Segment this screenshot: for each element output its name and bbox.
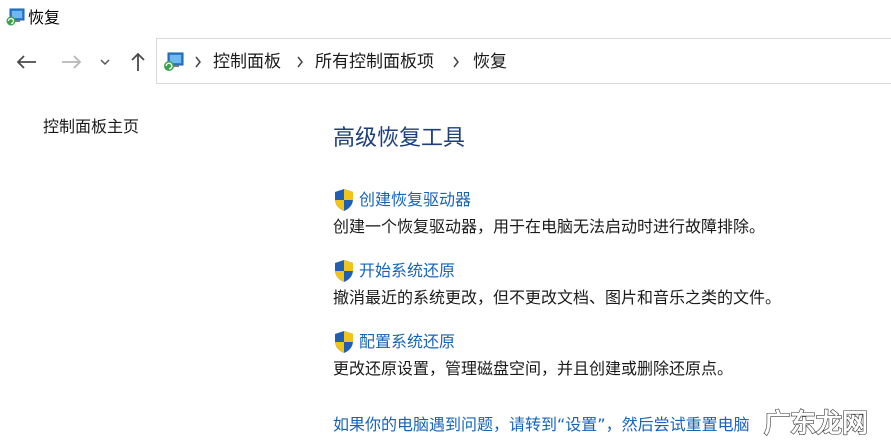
uac-shield-icon bbox=[335, 260, 353, 282]
open-system-restore-link[interactable]: 开始系统还原 bbox=[359, 260, 455, 282]
task-open-system-restore: 开始系统还原 撤消最近的系统更改，但不更改文档、图片和音乐之类的文件。 bbox=[333, 259, 873, 309]
task-description: 更改还原设置，管理磁盘空间，并且创建或删除还原点。 bbox=[333, 359, 734, 378]
back-button[interactable] bbox=[12, 48, 40, 76]
uac-shield-icon bbox=[335, 331, 353, 353]
window-title: 恢复 bbox=[28, 8, 61, 27]
control-panel-home-link[interactable]: 控制面板主页 bbox=[43, 116, 139, 138]
chevron-down-icon bbox=[100, 59, 110, 66]
breadcrumb-control-panel[interactable]: 控制面板 bbox=[213, 51, 281, 73]
task-description: 撤消最近的系统更改，但不更改文档、图片和音乐之类的文件。 bbox=[333, 288, 782, 307]
navigation-bar: 控制面板 所有控制面板项 恢复 bbox=[0, 38, 891, 86]
breadcrumb-separator-icon bbox=[195, 56, 201, 68]
uac-shield-icon bbox=[335, 189, 353, 211]
arrow-left-icon bbox=[16, 55, 36, 69]
create-recovery-drive-link[interactable]: 创建恢复驱动器 bbox=[359, 189, 471, 211]
task-configure-system-restore: 配置系统还原 更改还原设置，管理磁盘空间，并且创建或删除还原点。 bbox=[333, 330, 873, 380]
watermark-text: 广东龙网 bbox=[764, 408, 868, 439]
up-button[interactable] bbox=[124, 48, 152, 76]
reset-pc-settings-link[interactable]: 如果你的电脑遇到问题，请转到“设置”，然后尝试重置电脑 bbox=[333, 414, 750, 436]
forward-button[interactable] bbox=[58, 48, 86, 76]
recovery-location-icon bbox=[164, 52, 184, 71]
breadcrumb-separator-icon bbox=[297, 56, 303, 68]
task-create-recovery-drive: 创建恢复驱动器 创建一个恢复驱动器，用于在电脑无法启动时进行故障排除。 bbox=[333, 188, 873, 238]
recovery-app-icon bbox=[6, 8, 25, 26]
task-description: 创建一个恢复驱动器，用于在电脑无法启动时进行故障排除。 bbox=[333, 217, 766, 236]
title-bar: 恢复 bbox=[0, 0, 891, 36]
address-bar[interactable]: 控制面板 所有控制面板项 恢复 bbox=[156, 38, 891, 84]
watermark-logo: 广东龙网 bbox=[763, 407, 868, 439]
arrow-up-icon bbox=[131, 52, 145, 71]
breadcrumb-all-items[interactable]: 所有控制面板项 bbox=[315, 51, 434, 73]
page-heading: 高级恢复工具 bbox=[333, 126, 466, 151]
configure-system-restore-link[interactable]: 配置系统还原 bbox=[359, 331, 455, 353]
arrow-right-icon bbox=[62, 55, 82, 69]
breadcrumb-recovery[interactable]: 恢复 bbox=[473, 51, 507, 73]
breadcrumb-separator-icon bbox=[453, 56, 459, 68]
recent-locations-button[interactable] bbox=[94, 48, 116, 76]
